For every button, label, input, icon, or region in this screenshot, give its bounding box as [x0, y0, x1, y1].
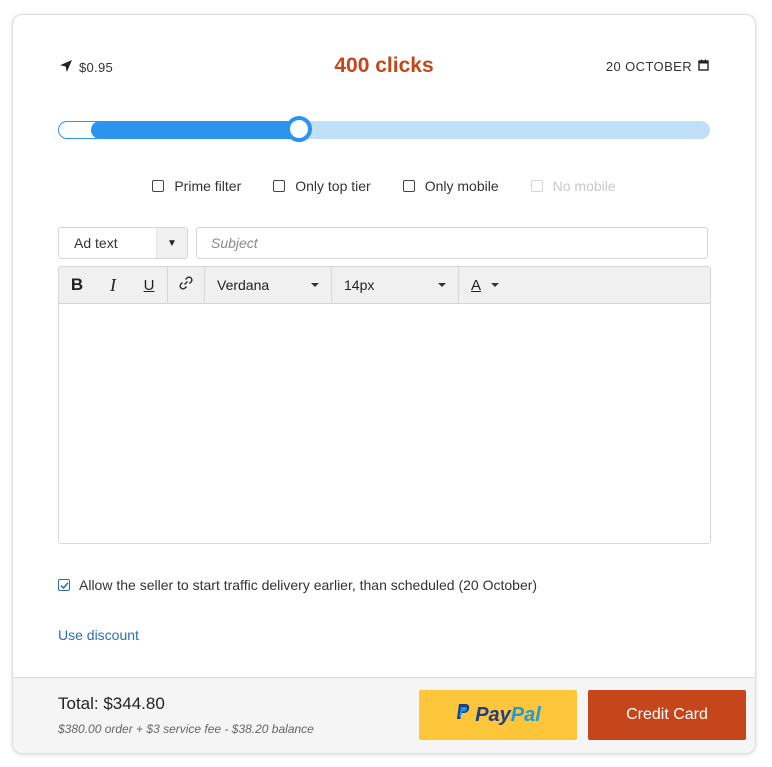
- paypal-logo-icon: [455, 703, 471, 727]
- option-only-mobile[interactable]: Only mobile: [402, 178, 499, 194]
- price-value: $0.95: [79, 60, 114, 75]
- checkmark-icon: [59, 581, 69, 589]
- prime-filter-checkbox[interactable]: [152, 180, 165, 192]
- italic-icon: I: [110, 274, 116, 295]
- option-no-mobile: No mobile: [530, 178, 616, 194]
- option-prime-filter[interactable]: Prime filter: [152, 178, 241, 194]
- bold-button[interactable]: B: [59, 267, 95, 303]
- ad-text-editor: B I U Verdana 14px A: [58, 266, 711, 544]
- font-size-value: 14px: [344, 277, 375, 293]
- calendar-icon[interactable]: [698, 59, 709, 74]
- order-card: $0.95 400 clicks 20 OCTOBER Prime filter: [12, 14, 756, 754]
- date-value: 20 OCTOBER: [605, 59, 692, 74]
- paypal-pal-text: Pal: [510, 703, 541, 726]
- ad-type-value: Ad text: [74, 235, 118, 251]
- order-summary-row: $0.95 400 clicks 20 OCTOBER: [59, 54, 709, 79]
- no-mobile-checkbox: [530, 180, 543, 192]
- subject-input[interactable]: [196, 227, 708, 259]
- underline-icon: U: [143, 276, 155, 294]
- font-size-dropdown[interactable]: 14px: [332, 267, 458, 303]
- font-family-dropdown[interactable]: Verdana: [205, 267, 331, 303]
- only-top-tier-label: Only top tier: [295, 178, 371, 194]
- checkout-footer: Total: $344.80 $380.00 order + $3 servic…: [13, 677, 755, 753]
- only-top-tier-checkbox[interactable]: [273, 180, 286, 192]
- link-icon: [178, 275, 194, 296]
- allow-early-delivery[interactable]: Allow the seller to start traffic delive…: [58, 577, 537, 593]
- paypal-pay-text: Pay: [475, 703, 511, 726]
- text-color-dropdown[interactable]: A: [459, 267, 509, 303]
- slider-thumb[interactable]: [286, 116, 312, 142]
- only-mobile-label: Only mobile: [424, 178, 499, 194]
- underline-button[interactable]: U: [131, 267, 167, 303]
- italic-button[interactable]: I: [95, 267, 131, 303]
- link-button[interactable]: [168, 267, 204, 303]
- editor-toolbar: B I U Verdana 14px A: [59, 267, 710, 304]
- editor-content-area[interactable]: [59, 304, 710, 543]
- total-amount: Total: $344.80: [58, 694, 165, 713]
- slider-fill: [91, 121, 299, 139]
- caret-down-icon: [491, 283, 500, 287]
- bold-icon: B: [70, 275, 84, 294]
- caret-down-icon: [311, 283, 319, 287]
- paypal-button[interactable]: PayPal: [419, 690, 577, 740]
- use-discount-link[interactable]: Use discount: [58, 627, 139, 643]
- schedule-date[interactable]: 20 OCTOBER: [606, 59, 709, 74]
- total-breakdown: $380.00 order + $3 service fee - $38.20 …: [58, 722, 314, 736]
- allow-early-label: Allow the seller to start traffic delive…: [79, 577, 538, 593]
- filter-options: Prime filter Only top tier Only mobile N…: [13, 178, 755, 194]
- prime-filter-label: Prime filter: [174, 178, 242, 194]
- caret-down-icon[interactable]: ▼: [156, 228, 187, 258]
- clicks-slider[interactable]: [58, 116, 710, 142]
- text-color-icon: A: [471, 276, 482, 294]
- location-arrow-icon: [59, 59, 73, 76]
- no-mobile-label: No mobile: [552, 178, 616, 194]
- font-family-value: Verdana: [217, 277, 270, 293]
- option-only-top-tier[interactable]: Only top tier: [273, 178, 371, 194]
- allow-early-checkbox[interactable]: [58, 579, 70, 591]
- caret-down-icon: [438, 283, 446, 287]
- price-per-click: $0.95: [59, 59, 113, 76]
- credit-card-button[interactable]: Credit Card: [588, 690, 746, 740]
- ad-type-select[interactable]: Ad text ▼: [58, 227, 188, 259]
- only-mobile-checkbox[interactable]: [402, 180, 415, 192]
